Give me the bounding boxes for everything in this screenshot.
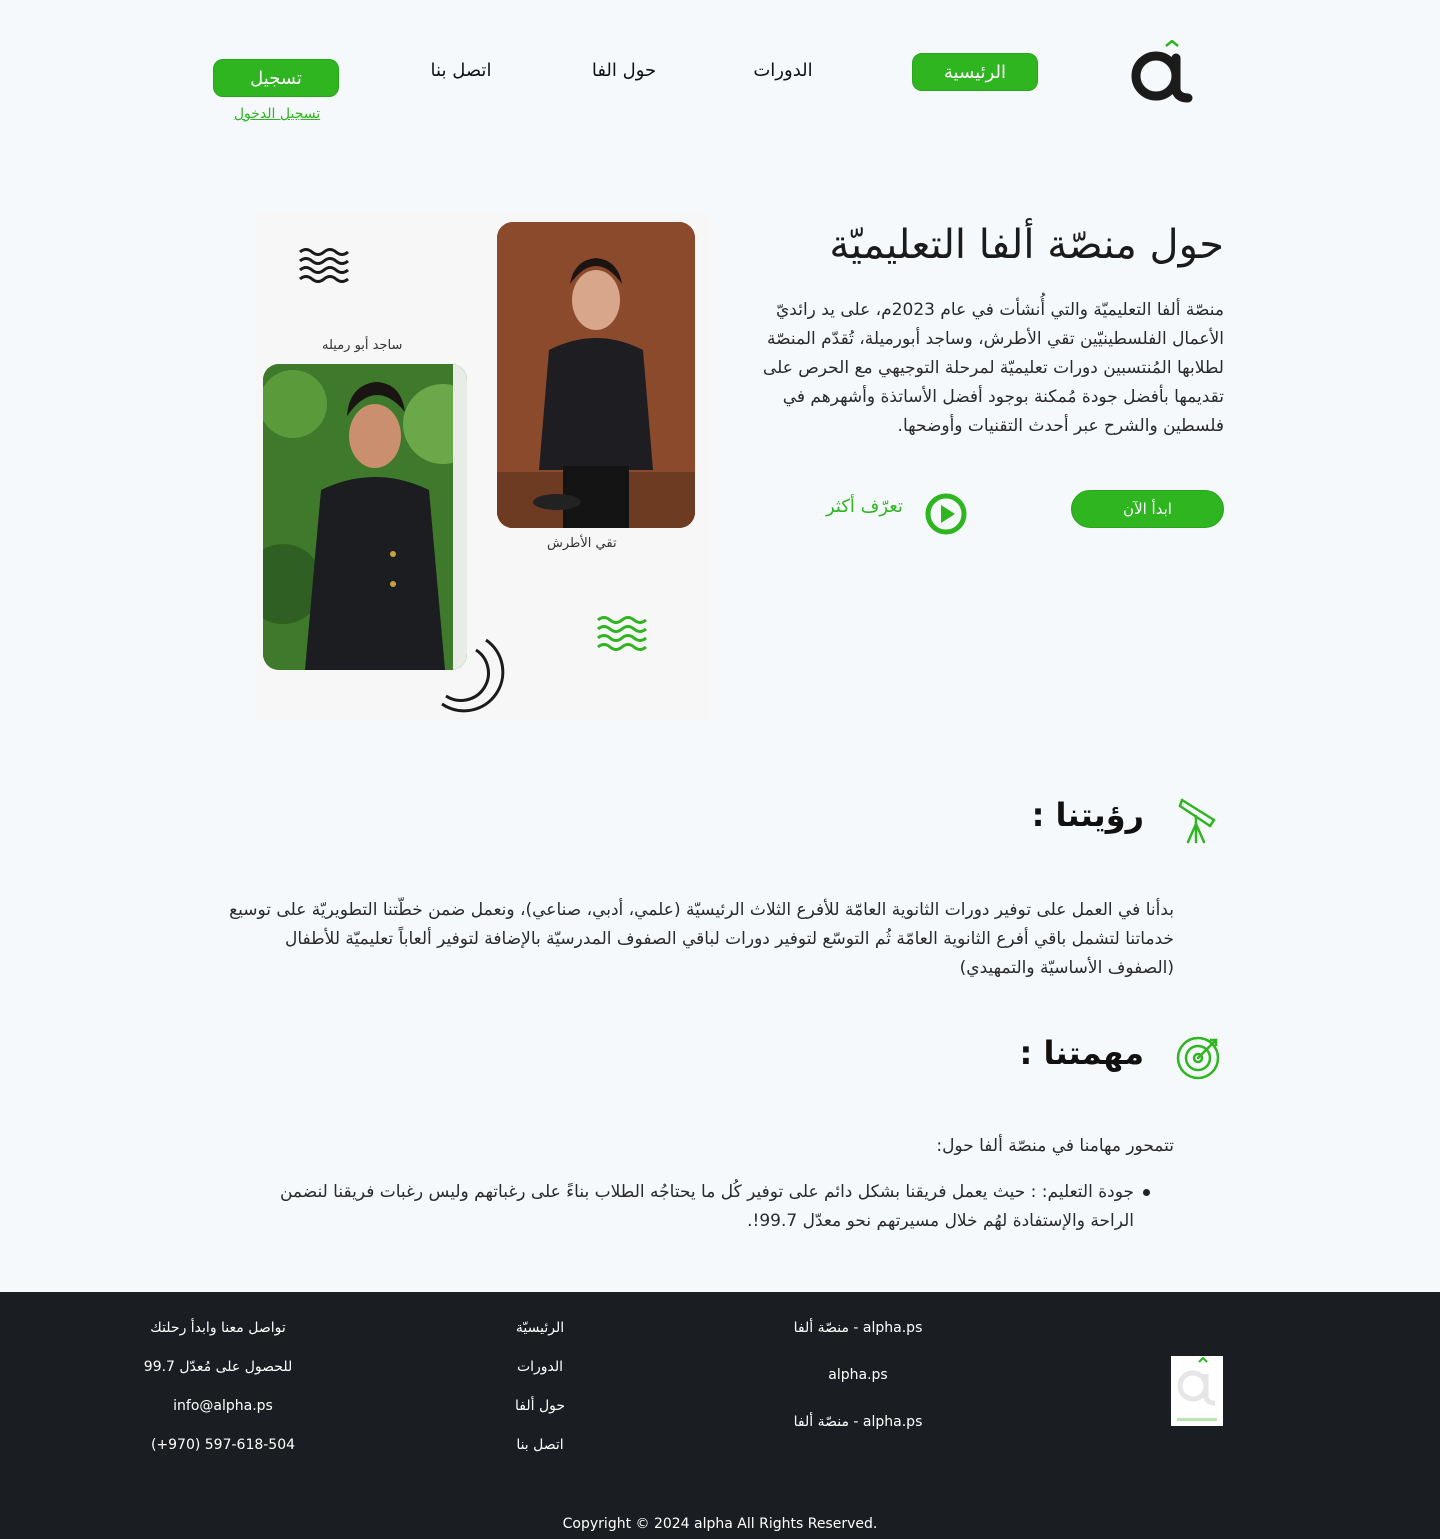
footer-logo-icon[interactable] (1171, 1356, 1223, 1426)
footer-contact-tagline: للحصول على مُعدّل 99.7 (143, 1359, 293, 1375)
footer-email-link[interactable]: info@alpha.ps (128, 1398, 318, 1414)
footer-link-courses[interactable]: الدورات (480, 1359, 600, 1375)
play-circle-icon[interactable] (924, 492, 968, 536)
waves-icon (299, 248, 349, 283)
footer-link-home[interactable]: الرئيسيّة (480, 1320, 600, 1336)
target-icon (1176, 1036, 1220, 1080)
footer-phone-link[interactable]: (+970) 597-618-504 (128, 1437, 318, 1453)
alpha-logo-icon[interactable] (1126, 40, 1198, 104)
login-link[interactable]: تسجيل الدخول (222, 106, 332, 122)
footer-brand-link-3[interactable]: منصّة ألفا - alpha.ps (778, 1414, 938, 1430)
learn-more-link[interactable]: تعرّف أكثر (826, 496, 903, 517)
footer-brand-link-2[interactable]: alpha.ps (778, 1367, 938, 1383)
nav-courses-link[interactable]: الدورات (744, 60, 822, 81)
vision-title: رؤيتنا : (1031, 796, 1144, 834)
page-title: حول منصّة ألفا التعليميّة (829, 222, 1224, 268)
photo-caption-sajed: ساجد أبو رميله (322, 338, 403, 353)
telescope-icon (1178, 798, 1216, 844)
list-item: جودة التعليم: : حيث يعمل فريقنا بشكل دائ… (274, 1178, 1174, 1236)
founders-collage: تقي الأطرش ساجد أبو رميله (256, 214, 710, 720)
founder-photo-taqi (497, 222, 695, 528)
nav-contact-link[interactable]: اتصل بنا (420, 60, 502, 81)
vision-paragraph: بدأنا في العمل على توفير دورات الثانوية … (229, 900, 1174, 978)
waves-green-icon (597, 616, 647, 651)
founder-photo-sajed (263, 364, 467, 670)
footer-contact-heading: تواصل معنا وابدأ رحلتك (150, 1320, 286, 1336)
nav-home-button[interactable]: الرئيسية (912, 53, 1038, 91)
nav-about-link[interactable]: حول الفا (580, 60, 668, 81)
copyright-text: Copyright © 2024 alpha All Rights Reserv… (562, 1516, 878, 1532)
footer-link-about[interactable]: حول ألفا (480, 1398, 600, 1414)
hero-paragraph: منصّة ألفا التعليميّة والتي أُنشأت في عا… (762, 300, 1224, 436)
mission-intro: تتمحور مهامنا في منصّة ألفا حول: (936, 1136, 1174, 1156)
mission-title: مهمتنا : (1019, 1034, 1144, 1072)
arc-decoration-icon (441, 638, 505, 713)
photo-caption-taqi: تقي الأطرش (547, 536, 617, 551)
footer: منصّة ألفا - alpha.ps alpha.ps منصّة ألف… (0, 1292, 1440, 1539)
start-now-button[interactable]: ابدأ الآن (1071, 490, 1224, 528)
register-button[interactable]: تسجيل (213, 59, 339, 97)
footer-link-contact[interactable]: اتصل بنا (480, 1437, 600, 1453)
mission-list: جودة التعليم: : حيث يعمل فريقنا بشكل دائ… (274, 1178, 1174, 1236)
footer-brand-link-1[interactable]: منصّة ألفا - alpha.ps (778, 1320, 938, 1336)
